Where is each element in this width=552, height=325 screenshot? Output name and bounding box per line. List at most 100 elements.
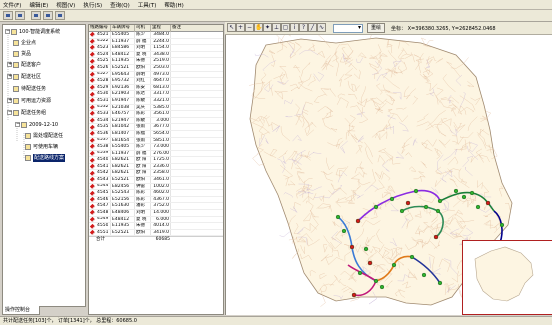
collapse-icon[interactable]: − xyxy=(7,110,12,115)
table-row[interactable]: 4545 E52543 陈彩 4602.0 xyxy=(89,190,223,197)
delivery-stop-marker[interactable] xyxy=(461,194,467,200)
table-row[interactable]: 4550 E11935 朱德 4014.0 xyxy=(89,223,223,230)
info-icon[interactable]: i xyxy=(290,23,299,32)
delivery-stop-marker[interactable] xyxy=(421,272,427,278)
menu-tools[interactable]: 工具(T) xyxy=(138,1,157,9)
column-header[interactable]: 里程 xyxy=(151,25,171,32)
overview-map[interactable] xyxy=(462,240,552,315)
delivery-stop-marker[interactable] xyxy=(475,204,481,210)
table-row[interactable]: 4538 E55405 陈少 73.000 xyxy=(89,144,223,151)
tree-item-goods[interactable]: 货品 xyxy=(13,49,31,58)
table-row[interactable]: 4531 E91947 陈敏 3321.0 xyxy=(89,97,223,105)
table-row[interactable]: 4539 E11937 薛 福 276.00 xyxy=(89,150,223,158)
table-row[interactable]: 4546 E52156 陈彩 4367.0 xyxy=(89,196,223,204)
depot-marker[interactable] xyxy=(433,234,439,240)
map-view[interactable] xyxy=(225,35,552,315)
table-row[interactable]: 4541 E82621 欧 阳 2336.0 xyxy=(89,163,223,171)
zoom-in-icon[interactable]: + xyxy=(236,23,245,32)
zoom-out-icon[interactable]: − xyxy=(245,23,254,32)
delivery-stop-marker[interactable] xyxy=(499,222,505,228)
menu-help[interactable]: 帮助(H) xyxy=(164,1,183,9)
delivery-stop-marker[interactable] xyxy=(357,270,363,276)
measure-icon[interactable]: ⟂ xyxy=(272,23,281,32)
delivery-stop-marker[interactable] xyxy=(437,280,443,286)
arrow-select-icon[interactable]: ↖ xyxy=(227,23,236,32)
open-icon[interactable] xyxy=(15,11,25,20)
table-row[interactable]: 4530 E21903 陈达 3317.0 xyxy=(89,91,223,98)
delivery-stop-marker[interactable] xyxy=(389,196,395,202)
tree-root[interactable]: − 100·智能调度系统 xyxy=(5,27,60,36)
table-row[interactable]: 4523 E84586 刘明 1154.0 xyxy=(89,45,223,52)
tree-item-communities[interactable]: + 配送社区 xyxy=(7,72,41,81)
table-row[interactable]: 4548 E48406 刘明 14.000 xyxy=(89,210,223,217)
table-row[interactable]: 4549 E48412 夏 晓 6.000 xyxy=(89,216,223,224)
table-row[interactable]: 4544 E82456 钟雷 1002.0 xyxy=(89,183,223,191)
table-row[interactable]: 4525 E11935 朱德 2519.0 xyxy=(89,58,223,65)
select-icon[interactable]: ▢ xyxy=(281,23,290,32)
save-icon[interactable] xyxy=(31,11,41,20)
tree-item-vehicles[interactable]: 可使用车辆 xyxy=(25,142,58,151)
table-row[interactable]: 4547 E51630 潘彩 3752.0 xyxy=(89,203,223,211)
table-row[interactable]: 4535 E81042 张雨 3677.0 xyxy=(89,124,223,131)
tree-item-route-plan[interactable]: 配送路线方案 xyxy=(25,153,66,162)
tree-item-tasks-to-process[interactable]: 需处理配送任 xyxy=(25,131,63,140)
line-tool-icon[interactable]: ╱ xyxy=(308,23,317,32)
table-row[interactable]: 4536 E81407 陈福 5654.0 xyxy=(89,130,223,138)
depot-marker[interactable] xyxy=(405,200,411,206)
depot-marker[interactable] xyxy=(351,292,357,298)
table-row[interactable]: 4534 E21947 陈敏 3.000 xyxy=(89,117,223,125)
delivery-stop-marker[interactable] xyxy=(453,188,459,194)
delivery-stop-marker[interactable] xyxy=(391,262,397,268)
delivery-stop-marker[interactable] xyxy=(435,208,441,214)
table-row[interactable]: 4540 E82621 欧 阳 1725.0 xyxy=(89,157,223,164)
curve-tool-icon[interactable]: ∿ xyxy=(317,23,326,32)
table-row[interactable]: 4527 E95643 薛明 4973.0 xyxy=(89,71,223,79)
table-row[interactable]: 4526 E52521 欧阳 2503.0 xyxy=(89,64,223,72)
depot-marker[interactable] xyxy=(355,218,361,224)
menu-edit[interactable]: 编辑(E) xyxy=(29,1,48,9)
menu-execute[interactable]: 执行(S) xyxy=(83,1,102,9)
console-tab[interactable]: 操作控制台 xyxy=(2,306,40,315)
table-row[interactable]: 4522 E11937 薛 福 2244.0 xyxy=(89,38,223,46)
delivery-stop-marker[interactable] xyxy=(437,198,443,204)
expand-icon[interactable]: + xyxy=(7,62,12,67)
depot-marker[interactable] xyxy=(367,260,373,266)
delivery-stop-marker[interactable] xyxy=(423,204,429,210)
delivery-stop-marker[interactable] xyxy=(409,254,415,260)
column-header[interactable]: 司机 xyxy=(135,25,151,32)
collapse-icon[interactable]: − xyxy=(5,29,10,34)
tree-item-capacity[interactable]: + 可用运力资源 xyxy=(7,96,51,105)
tree-item-pending-tasks[interactable]: 待配送任务 xyxy=(13,84,46,93)
tree-item-enterprise[interactable]: 企业点 xyxy=(13,38,36,47)
column-header[interactable]: 车辆牌号 xyxy=(111,25,135,32)
delivery-stop-marker[interactable] xyxy=(341,228,347,234)
refresh-icon[interactable] xyxy=(55,11,65,20)
column-header[interactable]: 线路编号 xyxy=(89,25,111,32)
depot-marker[interactable] xyxy=(349,244,355,250)
table-row[interactable]: 4533 E46757 陈彩 3561.0 xyxy=(89,111,223,118)
delivery-stop-marker[interactable] xyxy=(373,278,379,284)
delivery-stop-marker[interactable] xyxy=(399,208,405,214)
collapse-icon[interactable]: − xyxy=(15,122,20,127)
table-row[interactable]: 4537 E81654 张雨 5851.0 xyxy=(89,137,223,145)
query-icon[interactable]: ? xyxy=(299,23,308,32)
print-icon[interactable] xyxy=(43,11,53,20)
pan-icon[interactable]: ✋ xyxy=(254,23,263,32)
delivery-stop-marker[interactable] xyxy=(335,214,341,220)
delivery-stop-marker[interactable] xyxy=(363,246,369,252)
table-row[interactable]: 4528 E95732 刘红 4647.0 xyxy=(89,78,223,85)
tree-item-date[interactable]: − 2009-12-10 xyxy=(15,120,58,129)
table-row[interactable]: 4551 E52521 欧阳 3419.0 xyxy=(89,229,223,237)
layer-select[interactable] xyxy=(333,24,363,33)
menu-view[interactable]: 视图(V) xyxy=(56,1,75,9)
identify-icon[interactable]: ✦ xyxy=(263,23,272,32)
tree-item-task-group[interactable]: − 配送任务组 xyxy=(7,108,46,117)
delivery-stop-marker[interactable] xyxy=(469,190,475,196)
delivery-stop-marker[interactable] xyxy=(373,204,379,210)
expand-icon[interactable]: + xyxy=(7,74,12,79)
expand-icon[interactable]: + xyxy=(7,98,12,103)
delivery-stop-marker[interactable] xyxy=(379,284,385,290)
menu-query[interactable]: 查询(Q) xyxy=(110,1,130,9)
redraw-button[interactable]: 重绘 xyxy=(367,23,385,33)
table-row[interactable]: 4542 E82621 欧 阳 2358.0 xyxy=(89,170,223,178)
